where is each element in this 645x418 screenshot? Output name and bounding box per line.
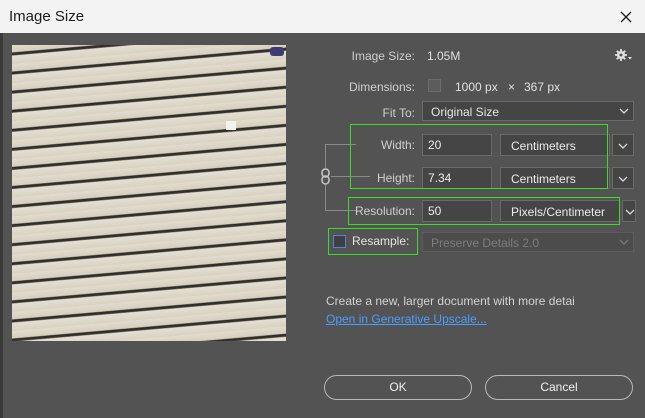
image-size-value: 1.05M: [427, 49, 461, 63]
close-icon: [620, 11, 632, 23]
resample-checkbox[interactable]: [333, 235, 346, 248]
width-label: Width:: [380, 138, 415, 152]
generative-upscale-link[interactable]: Open in Generative Upscale...: [326, 312, 487, 326]
chevron-down-icon: [619, 239, 629, 245]
width-unit-select[interactable]: Centimeters: [500, 134, 610, 156]
chevron-down-icon: [625, 209, 635, 215]
height-unit-select[interactable]: Centimeters: [500, 167, 610, 189]
preview-mark: [226, 121, 236, 130]
fit-to-label: Fit To:: [382, 106, 415, 120]
chevron-down-icon: [618, 176, 628, 182]
cancel-button[interactable]: Cancel: [485, 375, 633, 400]
width-input[interactable]: 20: [422, 134, 492, 156]
dimensions-height: 367 px: [524, 80, 561, 94]
link-chain-icon[interactable]: [320, 168, 331, 185]
dimensions-label: Dimensions:: [348, 80, 415, 94]
chevron-down-icon: [619, 108, 629, 114]
resolution-unit-dropdown[interactable]: [622, 200, 636, 222]
ok-button[interactable]: OK: [324, 375, 472, 400]
width-unit-value: Centimeters: [511, 139, 576, 153]
close-button[interactable]: [613, 4, 639, 30]
fit-to-value: Original Size: [431, 105, 500, 119]
resample-method-value: Preserve Details 2.0: [431, 236, 540, 250]
gear-icon[interactable]: [614, 48, 632, 62]
chevron-down-icon: [618, 143, 628, 149]
resolution-unit-select[interactable]: Pixels/Centimeter: [500, 200, 620, 222]
height-input[interactable]: 7.34: [422, 167, 492, 189]
title-bar: Image Size: [0, 0, 645, 34]
resample-label: Resample:: [352, 234, 410, 248]
resolution-input[interactable]: 50: [422, 200, 492, 222]
height-unit-value: Centimeters: [511, 172, 576, 186]
image-preview[interactable]: [12, 45, 286, 341]
preview-mark: [270, 47, 284, 56]
image-size-label: Image Size:: [351, 49, 415, 63]
upscale-info-text: Create a new, larger document with more …: [326, 294, 575, 308]
width-unit-dropdown[interactable]: [612, 134, 634, 156]
resample-method-select: Preserve Details 2.0: [422, 232, 634, 252]
resolution-unit-value: Pixels/Centimeter: [511, 205, 606, 219]
fit-to-select[interactable]: Original Size: [422, 101, 634, 121]
dimensions-width: 1000 px: [455, 80, 498, 94]
dimensions-times: ×: [508, 80, 516, 94]
window-title: Image Size: [9, 8, 85, 25]
height-label: Height:: [376, 171, 415, 185]
resolution-label: Resolution:: [354, 204, 415, 218]
dimensions-toggle[interactable]: [428, 79, 441, 92]
height-unit-dropdown[interactable]: [612, 167, 634, 189]
